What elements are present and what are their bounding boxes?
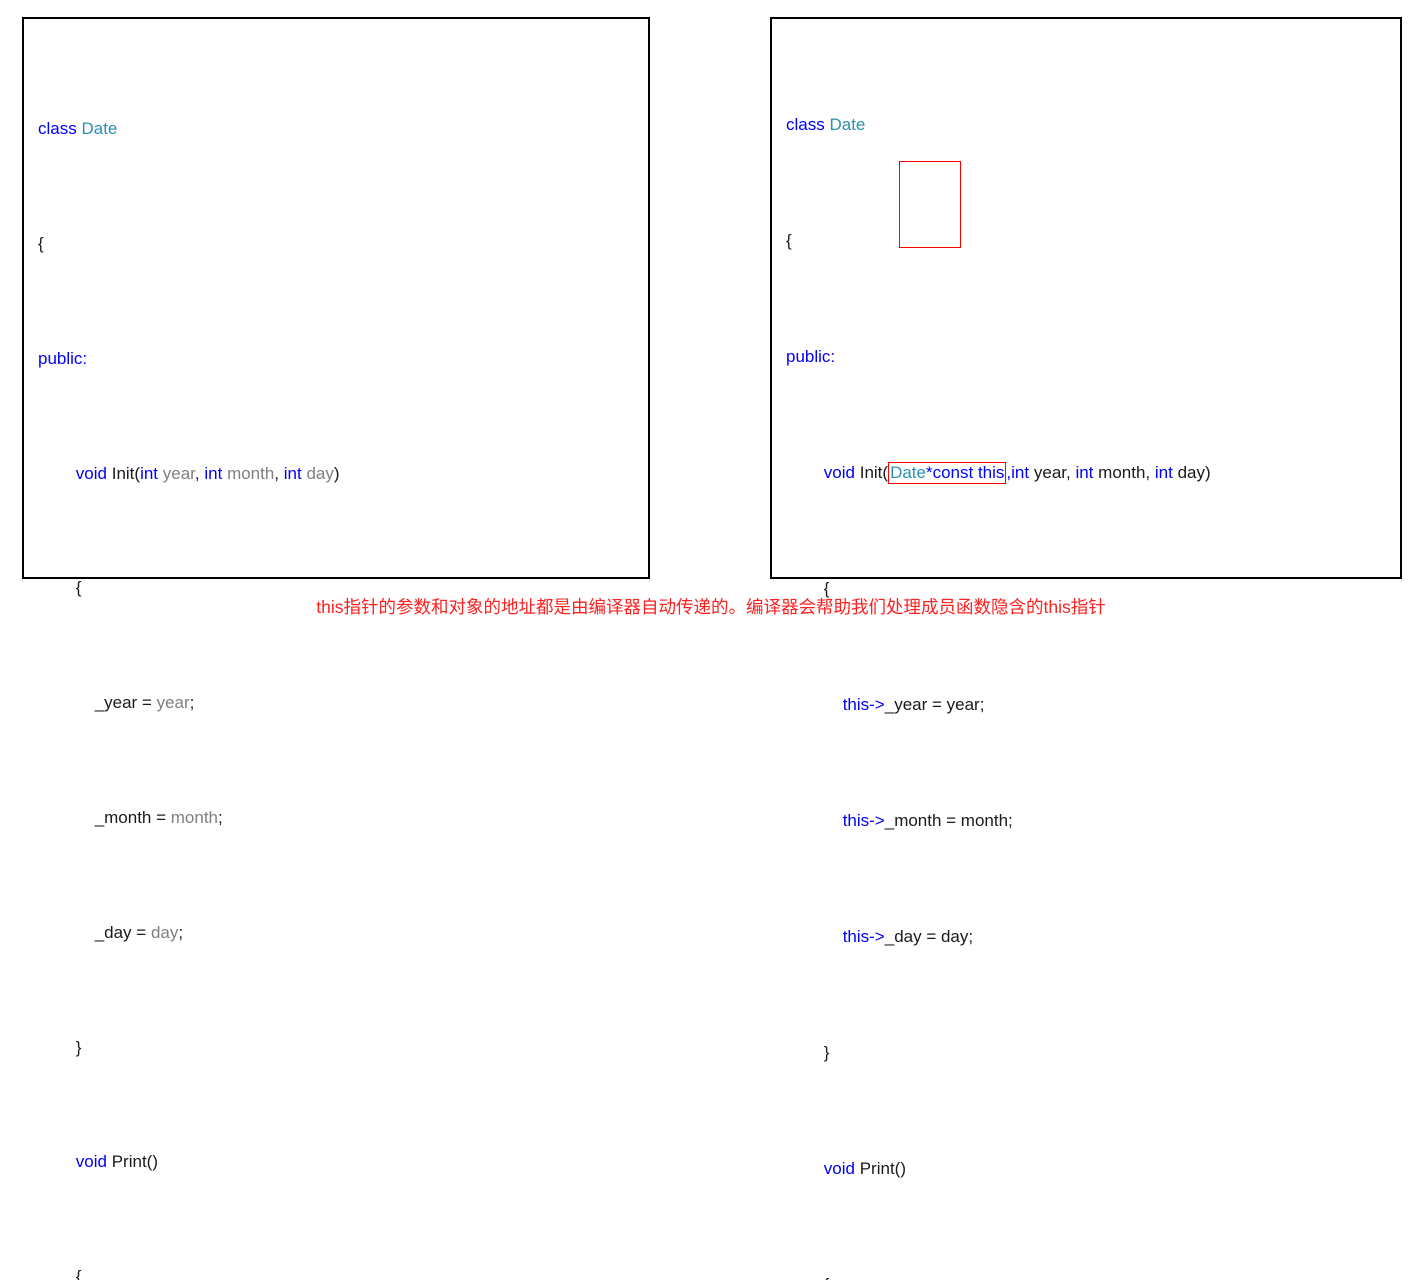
param-month: month [170,807,219,827]
code-line: { [38,230,648,259]
member-assign-year: _year = year; [884,695,985,714]
param-day: day [1177,463,1205,482]
param-month: month [1098,463,1146,482]
keyword-int: int [1075,463,1094,482]
keyword-int: int [1154,463,1173,482]
code-block-right: class Date { public: void Init(Date*cons… [772,19,1400,1280]
comma: , [274,463,284,483]
paren-close: ) [1204,463,1211,482]
type-date: Date [829,115,866,134]
member-assign-day: _day = [94,922,151,942]
code-line: void Init(int year, int month, int day) [38,460,648,489]
code-line: class Date [786,110,1400,139]
code-line: _year = year; [38,689,648,718]
brace-close: } [75,1037,82,1057]
access-public: public: [38,348,88,368]
member-assign-month: _month = month; [884,811,1013,830]
method-print: Print() [859,1159,906,1178]
code-line-this-assign: this->_day = day; [786,922,1400,951]
param-year: year [156,693,190,713]
code-line: { [38,1263,648,1280]
method-print: Print() [111,1152,158,1172]
code-line: void Print() [38,1148,648,1177]
semicolon: ; [189,693,195,713]
code-line: public: [786,342,1400,371]
code-line: } [38,1034,648,1063]
keyword-void: void [75,1152,107,1172]
code-line-init-signature: void Init(Date*const this ,int year, int … [786,458,1400,487]
paren-close: ) [333,463,340,483]
keyword-void: void [823,1159,855,1178]
code-line: _day = day; [38,919,648,948]
member-assign-month: _month = [94,807,171,827]
code-line-this-assign: this->_month = month; [786,806,1400,835]
caption-text: this指针的参数和对象的地址都是由编译器自动传递的。编译器会帮助我们处理成员函… [316,597,1106,617]
annotation-box-this-param: Date*const this [888,462,1007,484]
brace-open: { [824,1275,830,1280]
param-day: day [150,922,179,942]
code-line: void Print() [786,1154,1400,1183]
semicolon: ; [178,922,184,942]
this-param-qualifier: *const this [925,463,1005,482]
method-init: Init( [859,463,889,482]
keyword-int: int [140,463,159,483]
code-panel-left: class Date { public: void Init(int year,… [22,17,650,1280]
keyword-int: int [204,463,223,483]
type-date: Date [81,119,118,139]
type-date: Date [890,463,926,482]
keyword-void: void [823,463,855,482]
code-line: } [786,1038,1400,1067]
brace-open: { [75,1267,82,1280]
code-line: public: [38,345,648,374]
keyword-class: class [38,119,77,139]
member-assign-year: _year = [94,693,157,713]
comma: , [1145,463,1155,482]
param-year: year [162,463,195,483]
keyword-class: class [786,115,825,134]
code-line: { [786,1270,1400,1280]
code-panel-right: class Date { public: void Init(Date*cons… [770,17,1402,1280]
this-arrow: this-> [842,927,885,946]
code-block-left: class Date { public: void Init(int year,… [24,19,648,1280]
semicolon: ; [218,807,223,827]
keyword-int: int [1011,463,1030,482]
brace-close: } [823,1043,830,1062]
access-public: public: [786,347,836,366]
method-init: Init( [111,463,141,483]
code-line: _month = month; [38,804,648,833]
brace-open: { [38,233,44,253]
param-month: month [227,463,275,483]
keyword-void: void [75,463,107,483]
code-line: class Date [38,115,648,144]
param-year: year [1033,463,1066,482]
code-line-this-assign: this->_year = year; [786,690,1400,719]
screenshot-root: class Date { public: void Init(int year,… [0,0,1422,1280]
this-arrow: this-> [842,811,885,830]
this-arrow: this-> [842,695,885,714]
code-line: { [786,226,1400,255]
param-day: day [306,463,334,483]
brace-open: { [786,231,792,250]
keyword-int: int [283,463,302,483]
comma: , [194,463,205,483]
member-assign-day: _day = day; [884,927,974,946]
